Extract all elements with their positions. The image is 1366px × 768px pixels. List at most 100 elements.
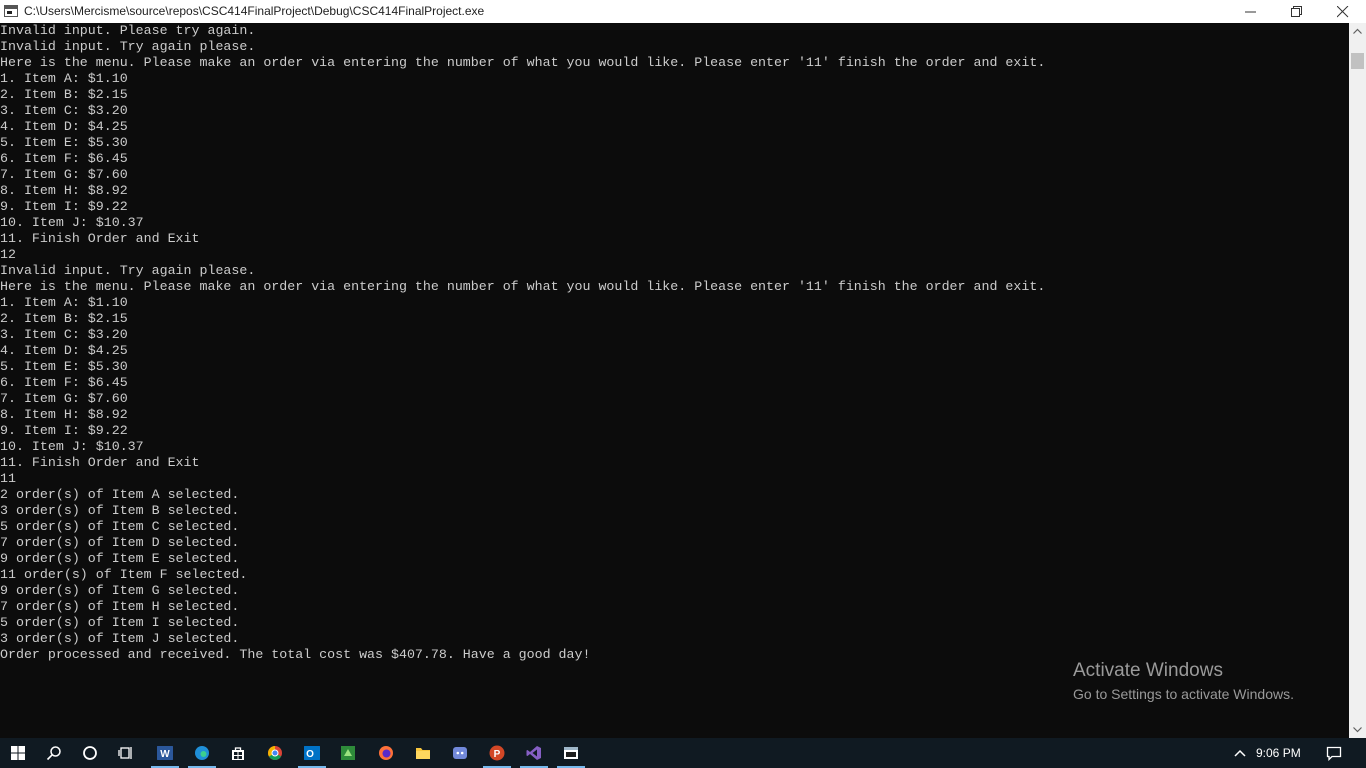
windows-logo-icon xyxy=(11,746,25,760)
console-line: 2. Item B: $2.15 xyxy=(0,311,128,326)
cortana-button[interactable] xyxy=(72,738,108,768)
edge-icon xyxy=(195,746,209,760)
console-line: 9 order(s) of Item G selected. xyxy=(0,583,240,598)
task-view-icon xyxy=(118,747,132,759)
store-bag-icon xyxy=(232,747,244,760)
console-line: 4. Item D: $4.25 xyxy=(0,119,128,134)
console-output[interactable]: Invalid input. Please try again. Invalid… xyxy=(0,23,1349,738)
watermark-subtitle: Go to Settings to activate Windows. xyxy=(1073,686,1294,702)
console-line: Invalid input. Try again please. xyxy=(0,39,256,54)
console-line: 3 order(s) of Item J selected. xyxy=(0,631,240,646)
console-app-button[interactable] xyxy=(553,738,589,768)
word-app-button[interactable]: W xyxy=(147,738,183,768)
chevron-up-icon xyxy=(1234,749,1246,757)
console-line: 10. Item J: $10.37 xyxy=(0,215,144,230)
window-title: C:\Users\Mercisme\source\repos\CSC414Fin… xyxy=(24,4,485,18)
outlook-icon: O xyxy=(304,746,320,760)
show-hidden-icons-button[interactable] xyxy=(1222,738,1256,768)
console-window-icon xyxy=(564,747,578,759)
console-line: 2. Item B: $2.15 xyxy=(0,87,128,102)
scroll-up-button[interactable] xyxy=(1349,23,1366,40)
chevron-down-icon xyxy=(1353,727,1362,733)
console-line: Invalid input. Please try again. xyxy=(0,23,256,38)
console-line: 6. Item F: $6.45 xyxy=(0,151,128,166)
chrome-app-button[interactable] xyxy=(257,738,293,768)
console-line: Order processed and received. The total … xyxy=(0,647,591,662)
firefox-app-button[interactable] xyxy=(368,738,404,768)
console-line: 3. Item C: $3.20 xyxy=(0,103,128,118)
scroll-thumb[interactable] xyxy=(1351,53,1364,69)
edge-app-button[interactable] xyxy=(184,738,220,768)
console-line: Here is the menu. Please make an order v… xyxy=(0,279,1046,294)
console-line: 5 order(s) of Item C selected. xyxy=(0,519,240,534)
console-line: 7. Item G: $7.60 xyxy=(0,391,128,406)
console-app-icon xyxy=(4,5,18,17)
restore-button[interactable] xyxy=(1274,0,1320,23)
console-line: 5. Item E: $5.30 xyxy=(0,359,128,374)
console-line: 9. Item I: $9.22 xyxy=(0,423,128,438)
scroll-down-button[interactable] xyxy=(1349,721,1366,738)
vertical-scrollbar[interactable] xyxy=(1349,23,1366,738)
watermark-title: Activate Windows xyxy=(1073,660,1223,681)
task-view-button[interactable] xyxy=(108,738,144,768)
powerpoint-icon: P xyxy=(489,745,505,761)
console-line: 11 xyxy=(0,471,16,486)
console-line: 8. Item H: $8.92 xyxy=(0,183,128,198)
store-app-button[interactable] xyxy=(220,738,256,768)
console-line: 12 xyxy=(0,247,16,262)
folder-icon xyxy=(416,748,430,759)
console-line: 8. Item H: $8.92 xyxy=(0,407,128,422)
console-line: 10. Item J: $10.37 xyxy=(0,439,144,454)
minimize-button[interactable] xyxy=(1228,0,1274,23)
console-line: 3 order(s) of Item B selected. xyxy=(0,503,240,518)
chevron-up-icon xyxy=(1353,28,1362,34)
search-button[interactable] xyxy=(36,738,72,768)
console-line: 9 order(s) of Item E selected. xyxy=(0,551,240,566)
notification-icon xyxy=(1326,746,1342,761)
file-explorer-button[interactable] xyxy=(405,738,441,768)
minimize-icon xyxy=(1245,11,1256,13)
console-line: 7 order(s) of Item H selected. xyxy=(0,599,240,614)
svg-text:W: W xyxy=(160,749,170,760)
sublime-app-button[interactable] xyxy=(330,738,366,768)
console-line: 5 order(s) of Item I selected. xyxy=(0,615,240,630)
console-line: 5. Item E: $5.30 xyxy=(0,135,128,150)
console-line: 7. Item G: $7.60 xyxy=(0,167,128,182)
powerpoint-app-button[interactable]: P xyxy=(479,738,515,768)
firefox-icon xyxy=(379,746,393,760)
console-line: 6. Item F: $6.45 xyxy=(0,375,128,390)
word-icon: W xyxy=(157,746,173,760)
cortana-circle-icon xyxy=(83,746,97,760)
console-line: 11. Finish Order and Exit xyxy=(0,455,200,470)
search-icon xyxy=(46,746,61,761)
close-button[interactable] xyxy=(1320,0,1366,23)
console-line: 9. Item I: $9.22 xyxy=(0,199,128,214)
restore-icon xyxy=(1291,6,1302,17)
taskbar: W O P 9:06 PM xyxy=(0,738,1366,768)
console-line: 1. Item A: $1.10 xyxy=(0,295,128,310)
console-line: Here is the menu. Please make an order v… xyxy=(0,55,1046,70)
console-line: 7 order(s) of Item D selected. xyxy=(0,535,240,550)
green-app-icon xyxy=(341,746,355,760)
console-text: Invalid input. Please try again. Invalid… xyxy=(0,23,1349,663)
chrome-icon xyxy=(268,746,282,760)
console-line: 1. Item A: $1.10 xyxy=(0,71,128,86)
svg-text:P: P xyxy=(494,749,501,760)
title-bar[interactable]: C:\Users\Mercisme\source\repos\CSC414Fin… xyxy=(0,0,1366,23)
discord-icon xyxy=(453,747,467,759)
console-line: Invalid input. Try again please. xyxy=(0,263,256,278)
visual-studio-icon xyxy=(526,746,541,760)
action-center-button[interactable] xyxy=(1316,738,1352,768)
console-line: 11 order(s) of Item F selected. xyxy=(0,567,248,582)
svg-text:O: O xyxy=(306,749,314,760)
outlook-app-button[interactable]: O xyxy=(294,738,330,768)
console-line: 2 order(s) of Item A selected. xyxy=(0,487,240,502)
discord-app-button[interactable] xyxy=(442,738,478,768)
taskbar-clock[interactable]: 9:06 PM xyxy=(1256,738,1301,768)
console-line: 11. Finish Order and Exit xyxy=(0,231,200,246)
console-line: 4. Item D: $4.25 xyxy=(0,343,128,358)
console-line: 3. Item C: $3.20 xyxy=(0,327,128,342)
activate-windows-watermark: Activate Windows Go to Settings to activ… xyxy=(1073,660,1294,702)
start-button[interactable] xyxy=(0,738,36,768)
visual-studio-app-button[interactable] xyxy=(516,738,552,768)
